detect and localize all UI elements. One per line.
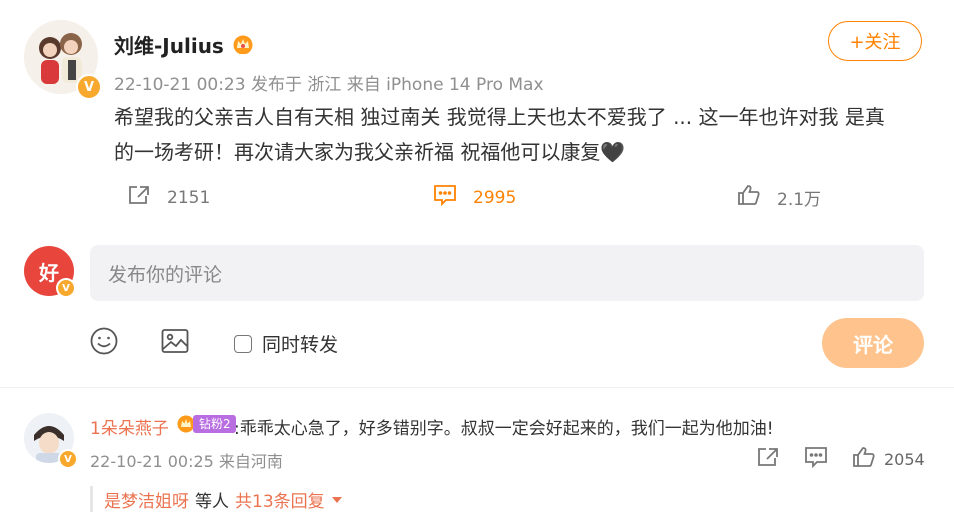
verified-icon: V — [76, 74, 102, 100]
like-count: 2.1万 — [777, 190, 822, 210]
reply-summary: 是梦洁姐呀 等人 共13条回复 — [104, 487, 343, 512]
comment-button[interactable]: 2995 — [433, 184, 516, 211]
repost-icon — [127, 184, 151, 211]
follow-button[interactable]: +关注 — [828, 21, 922, 61]
image-icon[interactable] — [160, 326, 190, 360]
like-icon — [737, 184, 761, 211]
post-meta: 22-10-21 00:23 发布于 浙江 来自 iPhone 14 Pro M… — [114, 75, 544, 95]
fan-badge: 钻粉2 — [176, 414, 236, 434]
comment-reply-icon[interactable] — [804, 446, 828, 472]
reply-etc: 等人 — [195, 492, 229, 512]
repost-checkbox[interactable]: 同时转发 — [234, 330, 338, 357]
repost-button[interactable]: 2151 — [127, 184, 210, 211]
view-replies-link[interactable]: 共13条回复 — [235, 487, 343, 512]
checkbox-box[interactable] — [234, 334, 252, 353]
fan-badge-label: 钻粉2 — [193, 415, 236, 433]
divider — [0, 387, 954, 388]
reply-user[interactable]: 是梦洁姐呀 — [104, 487, 189, 512]
comment-repost-icon[interactable] — [756, 446, 780, 472]
comment-text: :乖乖太心急了，好多错别字。叔叔一定会好起来的，我们一起为他加油! — [234, 419, 774, 439]
comment-like-count: 2054 — [884, 450, 925, 469]
repost-count: 2151 — [167, 187, 211, 208]
caret-down-icon — [331, 496, 342, 503]
reply-indicator — [90, 486, 93, 512]
post-text-line: 的一场考研！再次请大家为我父亲祈福 祝福他可以康复🖤 — [114, 140, 626, 164]
emoji-icon[interactable] — [89, 326, 119, 360]
reply-total: 共13条回复 — [235, 492, 325, 512]
submit-comment-button[interactable]: 评论 — [822, 318, 924, 368]
avatar-text: 好 — [39, 260, 59, 285]
post-text-line: 希望我的父亲吉人自有天相 独过南关 我觉得上天也太不爱我了 ... 这一年也许对… — [114, 105, 885, 129]
comment-placeholder: 发布你的评论 — [108, 263, 223, 286]
verified-icon: V — [56, 278, 76, 298]
comment-icon — [433, 184, 457, 211]
commenter-name[interactable]: 1朵朵燕子 — [90, 414, 169, 439]
comment-like-icon[interactable] — [852, 446, 876, 472]
comment-meta: 22-10-21 00:25 来自河南 — [90, 452, 283, 471]
comment-input[interactable]: 发布你的评论 — [90, 245, 924, 301]
crown-icon — [232, 34, 254, 58]
verified-icon: V — [58, 449, 78, 469]
repost-checkbox-label: 同时转发 — [262, 334, 339, 356]
author-name[interactable]: 刘维-Julius — [114, 30, 224, 59]
like-button[interactable]: 2.1万 — [737, 184, 821, 211]
post-text: 希望我的父亲吉人自有天相 独过南关 我觉得上天也太不爱我了 ... 这一年也许对… — [114, 100, 934, 170]
comment-count: 2995 — [473, 187, 517, 208]
